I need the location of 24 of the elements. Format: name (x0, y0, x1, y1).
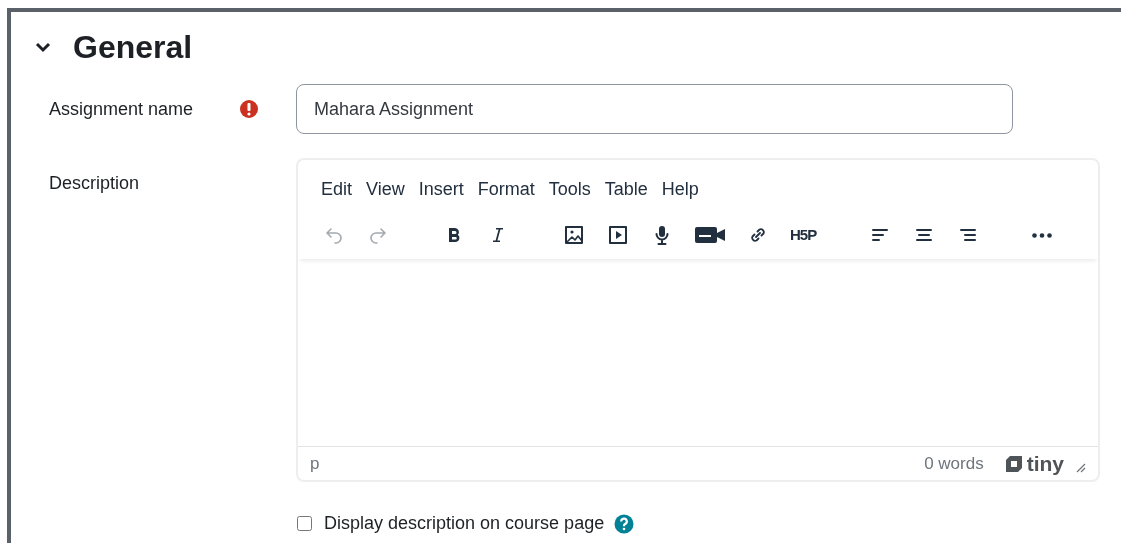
tiny-logo-icon (1003, 453, 1024, 474)
menu-item[interactable]: Edit (317, 176, 357, 203)
resize-handle-icon[interactable] (1076, 462, 1086, 473)
checkbox-label: Display description on course page (324, 512, 605, 535)
menu-item[interactable]: Insert (414, 176, 468, 203)
menu-item[interactable]: Table (600, 176, 652, 203)
display-description-checkbox[interactable] (297, 516, 312, 531)
image-icon (562, 223, 586, 247)
section-title: General (73, 28, 193, 67)
menu-item[interactable]: View (362, 176, 409, 203)
word-count[interactable]: 0 words (924, 450, 984, 477)
more-icon (1032, 232, 1053, 238)
help-icon[interactable] (614, 513, 635, 534)
h5p-button[interactable]: H5P (784, 217, 823, 253)
field-label: Description (49, 172, 141, 195)
field-label: Assignment name (49, 97, 195, 121)
tiny-logo[interactable]: tiny (1003, 447, 1064, 480)
menu-item[interactable]: Format (473, 176, 539, 203)
menu-item[interactable]: Help (657, 176, 703, 203)
menu-item[interactable]: Tools (544, 176, 595, 203)
assignment-name-field[interactable]: Mahara Assignment (296, 84, 1013, 134)
play-icon (606, 223, 630, 247)
h5p-label: H5P (790, 224, 817, 245)
element-path[interactable]: p (310, 450, 320, 477)
